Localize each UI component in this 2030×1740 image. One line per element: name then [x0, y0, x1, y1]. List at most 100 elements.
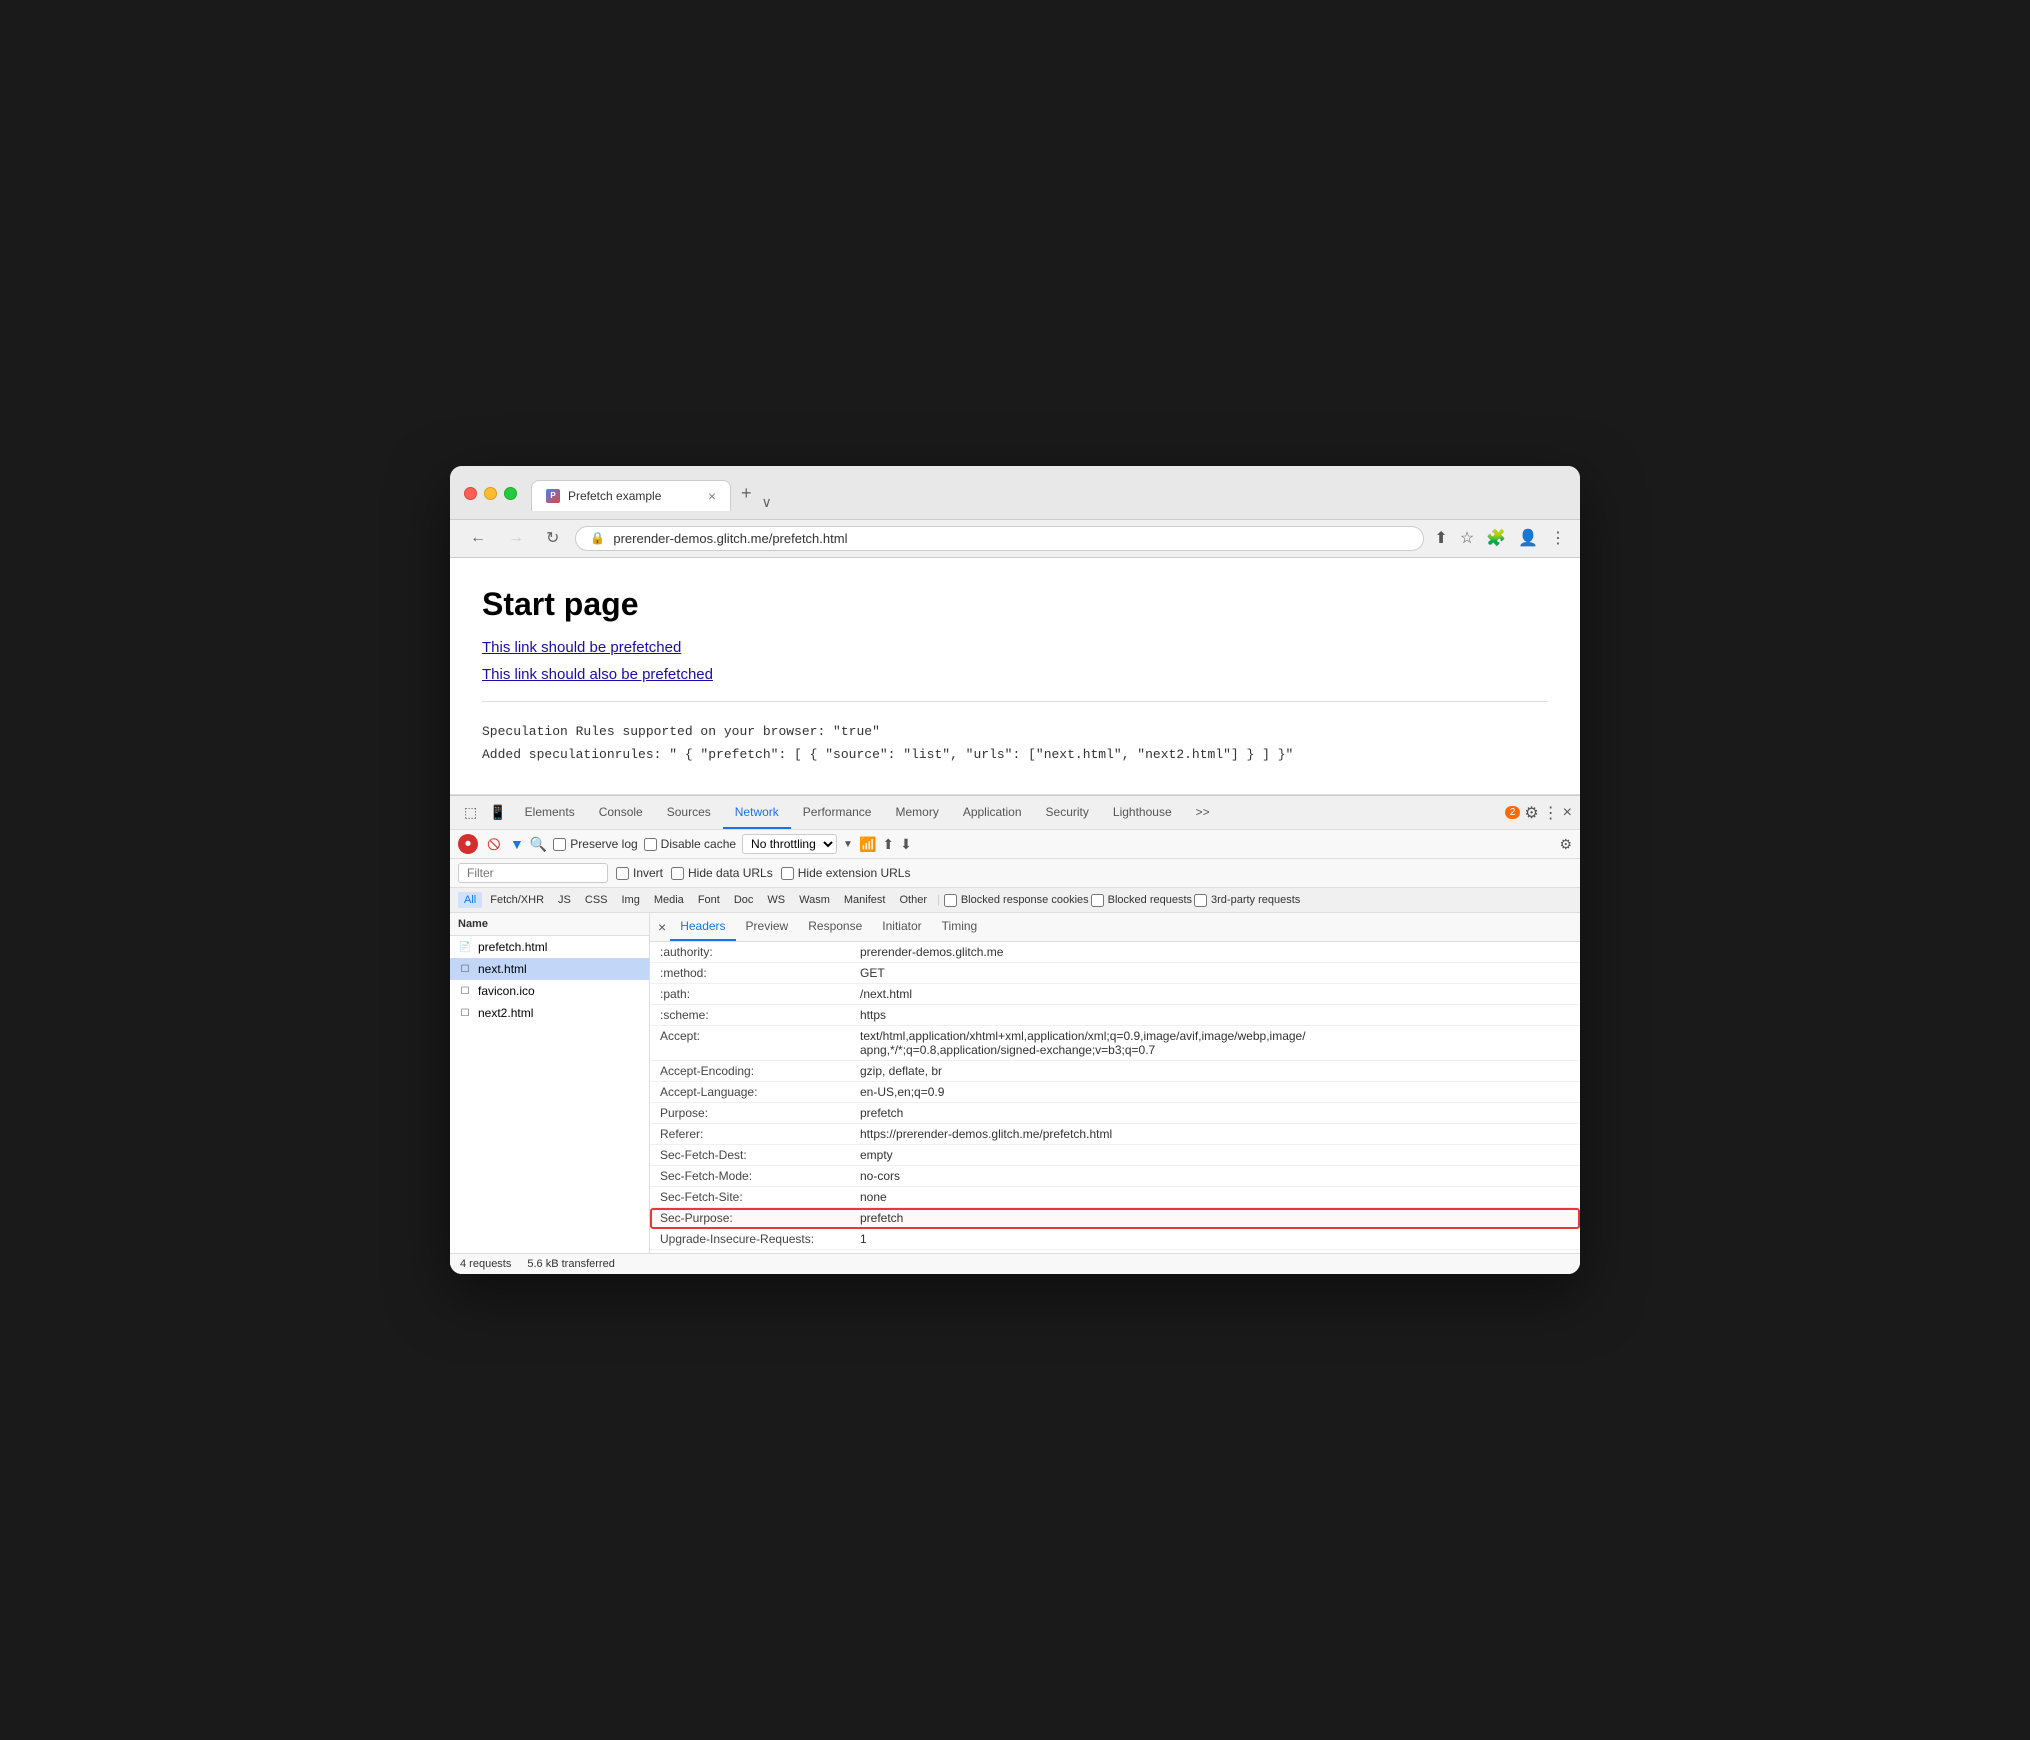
prefetch-link-2[interactable]: This link should also be prefetched: [482, 666, 1548, 683]
type-media[interactable]: Media: [648, 892, 690, 908]
minimize-button[interactable]: [484, 487, 497, 500]
disable-cache-label[interactable]: Disable cache: [644, 837, 736, 851]
more-tabs-button[interactable]: >>: [1184, 797, 1222, 829]
blocked-cookies-label[interactable]: Blocked response cookies: [944, 894, 1089, 907]
close-button[interactable]: [464, 487, 477, 500]
blocked-requests-checkbox[interactable]: [1091, 894, 1104, 907]
disable-cache-checkbox[interactable]: [644, 838, 657, 851]
clear-button[interactable]: 🚫: [484, 834, 504, 854]
third-party-checkbox[interactable]: [1194, 894, 1207, 907]
file-item-prefetch[interactable]: 📄 prefetch.html: [450, 936, 649, 958]
filter-input[interactable]: [458, 863, 608, 883]
tab-elements[interactable]: Elements: [513, 797, 587, 829]
file-name-prefetch: prefetch.html: [478, 940, 547, 954]
browser-tab[interactable]: P Prefetch example ×: [531, 480, 731, 511]
record-button[interactable]: ⏺: [458, 834, 478, 854]
maximize-button[interactable]: [504, 487, 517, 500]
tab-security[interactable]: Security: [1034, 797, 1101, 829]
tab-sources[interactable]: Sources: [655, 797, 723, 829]
network-conditions-icon[interactable]: 📶: [859, 836, 876, 853]
type-doc[interactable]: Doc: [728, 892, 760, 908]
export-icon[interactable]: ⬇: [900, 836, 912, 853]
hide-extension-checkbox[interactable]: [781, 867, 794, 880]
speculation-text-2: Added speculationrules: " { "prefetch": …: [482, 743, 1548, 766]
throttle-select[interactable]: No throttling: [742, 834, 837, 854]
close-devtools-icon[interactable]: ×: [1563, 804, 1572, 822]
tab-favicon: P: [546, 489, 560, 503]
header-name-accept-language: Accept-Language:: [660, 1085, 860, 1099]
settings-icon[interactable]: ⚙: [1524, 803, 1538, 823]
type-all[interactable]: All: [458, 892, 482, 908]
type-other[interactable]: Other: [893, 892, 933, 908]
type-wasm[interactable]: Wasm: [793, 892, 836, 908]
profile-icon[interactable]: 👤: [1518, 528, 1538, 548]
preserve-log-checkbox[interactable]: [553, 838, 566, 851]
new-tab-button[interactable]: +: [731, 476, 762, 511]
hide-extension-label[interactable]: Hide extension URLs: [781, 866, 911, 880]
type-img[interactable]: Img: [616, 892, 646, 908]
disable-cache-text: Disable cache: [661, 837, 736, 851]
tab-network[interactable]: Network: [723, 797, 791, 829]
tab-performance[interactable]: Performance: [791, 797, 884, 829]
reload-button[interactable]: ↻: [540, 526, 565, 550]
details-tab-headers[interactable]: Headers: [670, 913, 735, 941]
invert-checkbox[interactable]: [616, 867, 629, 880]
settings-network-icon[interactable]: ⚙: [1559, 836, 1572, 853]
forward-button[interactable]: →: [502, 527, 530, 549]
blocked-cookies-text: Blocked response cookies: [961, 894, 1089, 906]
invert-label[interactable]: Invert: [616, 866, 663, 880]
bookmark-icon[interactable]: ☆: [1460, 528, 1474, 548]
tab-console[interactable]: Console: [587, 797, 655, 829]
transferred-size: 5.6 kB transferred: [527, 1258, 614, 1270]
extensions-icon[interactable]: 🧩: [1486, 528, 1506, 548]
device-mode-icon[interactable]: 📱: [483, 796, 512, 829]
elements-inspect-icon[interactable]: ⬚: [458, 796, 483, 829]
third-party-label[interactable]: 3rd-party requests: [1194, 894, 1300, 907]
file-item-next2[interactable]: ☐ next2.html: [450, 1002, 649, 1024]
tab-menu-button[interactable]: ∨: [762, 494, 772, 511]
search-icon[interactable]: 🔍: [530, 836, 547, 853]
import-icon[interactable]: ⬆: [882, 836, 894, 853]
header-value-referer: https://prerender-demos.glitch.me/prefet…: [860, 1127, 1570, 1141]
header-name-scheme: :scheme:: [660, 1008, 860, 1022]
type-manifest[interactable]: Manifest: [838, 892, 892, 908]
speculation-text-1: Speculation Rules supported on your brow…: [482, 720, 1548, 743]
header-name-upgrade-insecure: Upgrade-Insecure-Requests:: [660, 1232, 860, 1246]
invert-text: Invert: [633, 866, 663, 880]
page-title: Start page: [482, 586, 1548, 623]
filter-icon[interactable]: ▼: [510, 836, 524, 852]
file-item-favicon[interactable]: ☐ favicon.ico: [450, 980, 649, 1002]
details-tab-response[interactable]: Response: [798, 913, 872, 941]
header-accept-encoding: Accept-Encoding: gzip, deflate, br: [650, 1061, 1580, 1082]
close-details-button[interactable]: ×: [658, 919, 666, 935]
tab-application[interactable]: Application: [951, 797, 1034, 829]
type-fetch-xhr[interactable]: Fetch/XHR: [484, 892, 550, 908]
tab-memory[interactable]: Memory: [883, 797, 950, 829]
hide-data-checkbox[interactable]: [671, 867, 684, 880]
file-name-next2: next2.html: [478, 1006, 533, 1020]
hide-data-label[interactable]: Hide data URLs: [671, 866, 773, 880]
type-js[interactable]: JS: [552, 892, 577, 908]
file-item-next[interactable]: ☐ next.html: [450, 958, 649, 980]
blocked-cookies-checkbox[interactable]: [944, 894, 957, 907]
menu-icon[interactable]: ⋮: [1550, 528, 1566, 548]
details-tab-initiator[interactable]: Initiator: [872, 913, 931, 941]
details-tab-preview[interactable]: Preview: [736, 913, 799, 941]
file-favicon-icon: ☐: [458, 984, 472, 998]
share-icon[interactable]: ⬆: [1434, 528, 1447, 548]
details-tab-timing[interactable]: Timing: [932, 913, 988, 941]
header-name-method: :method:: [660, 966, 860, 980]
back-button[interactable]: ←: [464, 527, 492, 549]
prefetch-link-1[interactable]: This link should be prefetched: [482, 639, 1548, 656]
blocked-requests-label[interactable]: Blocked requests: [1091, 894, 1192, 907]
url-bar[interactable]: 🔒 prerender-demos.glitch.me/prefetch.htm…: [575, 526, 1424, 551]
tab-close-button[interactable]: ×: [708, 488, 716, 504]
type-css[interactable]: CSS: [579, 892, 614, 908]
preserve-log-label[interactable]: Preserve log: [553, 837, 637, 851]
header-name-sec-fetch-mode: Sec-Fetch-Mode:: [660, 1169, 860, 1183]
tab-lighthouse[interactable]: Lighthouse: [1101, 797, 1184, 829]
type-ws[interactable]: WS: [761, 892, 791, 908]
type-font[interactable]: Font: [692, 892, 726, 908]
header-sec-purpose: Sec-Purpose: prefetch: [650, 1208, 1580, 1229]
more-options-icon[interactable]: ⋮: [1543, 803, 1559, 823]
